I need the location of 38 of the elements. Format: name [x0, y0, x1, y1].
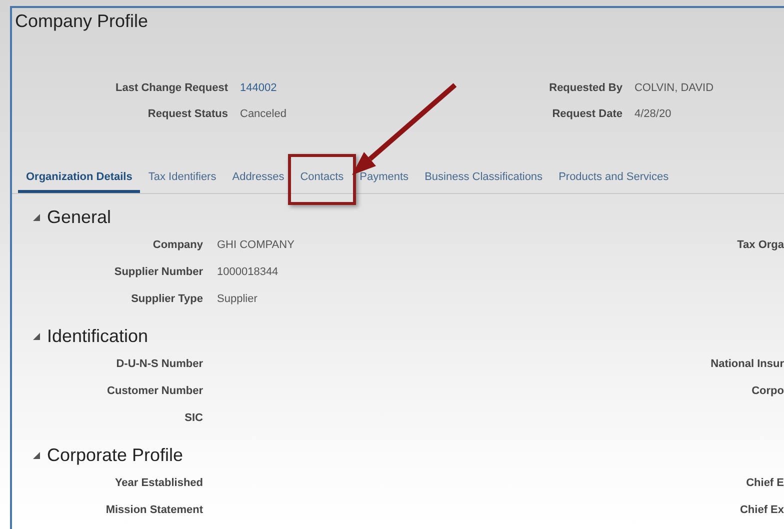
- field-label: Chief Ex: [740, 503, 784, 518]
- field-label: SIC: [184, 411, 203, 426]
- expand-icon[interactable]: [32, 332, 41, 340]
- field-label: Customer Number: [106, 384, 203, 399]
- field-value: Canceled: [240, 108, 286, 120]
- window-title: Company Profile: [14, 10, 150, 32]
- section-title: Identification: [47, 326, 148, 346]
- field-label: Year Established: [114, 476, 203, 491]
- tab[interactable]: Products and Services: [550, 166, 677, 193]
- field-label: Chief E: [746, 476, 784, 491]
- section-title: General: [47, 206, 112, 228]
- tab[interactable]: Payments: [352, 166, 417, 193]
- field-label: National Insur: [710, 357, 784, 372]
- field-label: D-U-N-S Number: [115, 357, 203, 372]
- expand-icon[interactable]: [32, 212, 41, 222]
- field-value: 4/28/20: [634, 108, 672, 120]
- field-label: Request Date: [551, 108, 622, 120]
- tab[interactable]: Organization Details: [18, 166, 140, 193]
- field-label: Company: [152, 238, 203, 253]
- field-value: Supplier: [217, 292, 258, 307]
- tab[interactable]: Contacts: [292, 166, 352, 193]
- field-label: Corpo: [752, 384, 784, 399]
- field-label: Last Change Request: [114, 82, 228, 94]
- field-label: Tax Orga: [737, 238, 784, 253]
- field-label: Mission Statement: [104, 503, 203, 518]
- field-label: Request Status: [146, 108, 228, 120]
- tab[interactable]: Tax Identifiers: [140, 166, 224, 193]
- tab[interactable]: Addresses: [224, 166, 292, 193]
- field-label: Requested By: [548, 82, 622, 94]
- section-title: Corporate Profile: [47, 444, 184, 466]
- field-value: GHI COMPANY: [217, 238, 294, 253]
- tab[interactable]: Business Classifications: [416, 166, 551, 193]
- field-link[interactable]: 144002: [240, 82, 286, 94]
- field-value: COLVIN, DAVID: [634, 82, 714, 94]
- field-label: Supplier Type: [130, 292, 203, 307]
- field-value: 1000018344: [217, 265, 280, 280]
- expand-icon[interactable]: [32, 450, 41, 460]
- field-label: Supplier Number: [113, 265, 203, 280]
